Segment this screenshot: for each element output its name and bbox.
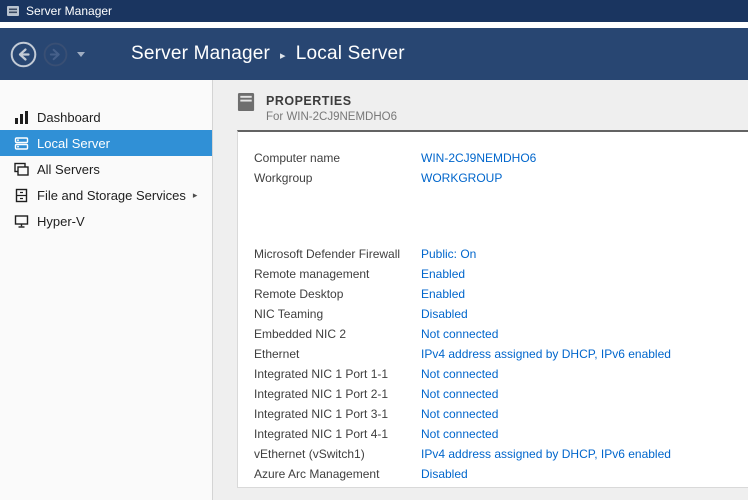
property-value-link[interactable]: Not connected	[421, 387, 498, 401]
property-row: Remote managementEnabled	[254, 264, 748, 284]
property-label: Remote Desktop	[254, 287, 421, 301]
property-value-link[interactable]: Disabled	[421, 307, 468, 321]
property-value-link[interactable]: IPv4 address assigned by DHCP, IPv6 enab…	[421, 347, 671, 361]
window-titlebar: Server Manager	[0, 0, 748, 22]
sidebar-item-all-servers[interactable]: All Servers	[0, 156, 212, 182]
property-label: Integrated NIC 1 Port 1-1	[254, 367, 421, 381]
property-value-link[interactable]: IPv4 address assigned by DHCP, IPv6 enab…	[421, 447, 671, 461]
property-label: Microsoft Defender Firewall	[254, 247, 421, 261]
content-area: PROPERTIES For WIN-2CJ9NEMDHO6 Computer …	[213, 80, 748, 500]
property-row: Embedded NIC 2Not connected	[254, 324, 748, 344]
property-value-link[interactable]: Not connected	[421, 407, 498, 421]
property-row: vEthernet (vSwitch1)IPv4 address assigne…	[254, 444, 748, 464]
property-row: Integrated NIC 1 Port 1-1Not connected	[254, 364, 748, 384]
chevron-down-icon[interactable]	[77, 52, 85, 57]
property-value-link[interactable]: Enabled	[421, 287, 465, 301]
sidebar-item-file-storage-services[interactable]: File and Storage Services ▸	[0, 182, 212, 208]
property-value-link[interactable]: Not connected	[421, 427, 498, 441]
property-value-link[interactable]: WIN-2CJ9NEMDHO6	[421, 151, 536, 165]
header-band: Server Manager ▸ Local Server	[0, 28, 748, 80]
properties-group: Microsoft Defender FirewallPublic: OnRem…	[254, 244, 748, 484]
sidebar-item-label: File and Storage Services	[37, 188, 186, 203]
properties-subtitle: For WIN-2CJ9NEMDHO6	[266, 111, 397, 123]
property-label: Integrated NIC 1 Port 3-1	[254, 407, 421, 421]
all-servers-icon	[14, 162, 29, 177]
sidebar-item-dashboard[interactable]: Dashboard	[0, 104, 212, 130]
property-value-link[interactable]: Disabled	[421, 467, 468, 481]
property-row: NIC TeamingDisabled	[254, 304, 748, 324]
properties-tile: Computer nameWIN-2CJ9NEMDHO6WorkgroupWOR…	[237, 130, 748, 488]
property-value-link[interactable]: Enabled	[421, 267, 465, 281]
property-value-link[interactable]: Public: On	[421, 247, 476, 261]
property-label: Remote management	[254, 267, 421, 281]
property-row: Integrated NIC 1 Port 2-1Not connected	[254, 384, 748, 404]
chevron-right-icon[interactable]: ▸	[193, 189, 198, 201]
breadcrumb-separator-icon: ▸	[280, 47, 286, 62]
breadcrumb: Server Manager ▸ Local Server	[131, 43, 405, 65]
window-title: Server Manager	[26, 4, 112, 18]
property-label: Ethernet	[254, 347, 421, 361]
breadcrumb-root[interactable]: Server Manager	[131, 43, 270, 65]
sidebar-item-hyper-v[interactable]: Hyper-V	[0, 208, 212, 234]
back-arrow-icon[interactable]	[10, 41, 37, 68]
property-row: Integrated NIC 1 Port 3-1Not connected	[254, 404, 748, 424]
property-row: Remote DesktopEnabled	[254, 284, 748, 304]
property-label: Computer name	[254, 151, 421, 165]
hyper-v-icon	[14, 214, 29, 229]
property-row: WorkgroupWORKGROUP	[254, 168, 748, 188]
history-nav	[10, 41, 85, 68]
property-value-link[interactable]: WORKGROUP	[421, 171, 502, 185]
property-label: NIC Teaming	[254, 307, 421, 321]
properties-icon	[237, 92, 256, 130]
sidebar-item-label: Local Server	[37, 136, 110, 151]
local-server-icon	[14, 136, 29, 151]
property-label: Azure Arc Management	[254, 467, 421, 481]
main-layout: Dashboard Local Server All Servers File and…	[0, 80, 748, 500]
property-value-link[interactable]: Not connected	[421, 327, 498, 341]
properties-rows: Computer nameWIN-2CJ9NEMDHO6WorkgroupWOR…	[254, 148, 748, 484]
sidebar-item-local-server[interactable]: Local Server	[0, 130, 212, 156]
property-label: Embedded NIC 2	[254, 327, 421, 341]
property-label: Integrated NIC 1 Port 4-1	[254, 427, 421, 441]
property-row: EthernetIPv4 address assigned by DHCP, I…	[254, 344, 748, 364]
sidebar-nav: Dashboard Local Server All Servers File and…	[0, 80, 213, 500]
properties-tile-heading: PROPERTIES For WIN-2CJ9NEMDHO6	[237, 92, 748, 130]
property-row: Azure Arc ManagementDisabled	[254, 464, 748, 484]
property-row: Computer nameWIN-2CJ9NEMDHO6	[254, 148, 748, 168]
breadcrumb-current[interactable]: Local Server	[296, 43, 405, 65]
server-manager-icon[interactable]	[6, 4, 20, 18]
property-label: Integrated NIC 1 Port 2-1	[254, 387, 421, 401]
properties-group: Computer nameWIN-2CJ9NEMDHO6WorkgroupWOR…	[254, 148, 748, 188]
forward-arrow-icon[interactable]	[43, 42, 68, 67]
property-label: Workgroup	[254, 171, 421, 185]
property-label: vEthernet (vSwitch1)	[254, 447, 421, 461]
file-storage-icon	[14, 188, 29, 203]
property-row: Microsoft Defender FirewallPublic: On	[254, 244, 748, 264]
dashboard-icon	[14, 110, 29, 125]
sidebar-item-label: All Servers	[37, 162, 100, 177]
sidebar-item-label: Hyper-V	[37, 214, 85, 229]
sidebar-item-label: Dashboard	[37, 110, 101, 125]
property-value-link[interactable]: Not connected	[421, 367, 498, 381]
property-row: Integrated NIC 1 Port 4-1Not connected	[254, 424, 748, 444]
properties-title: PROPERTIES	[266, 94, 397, 108]
